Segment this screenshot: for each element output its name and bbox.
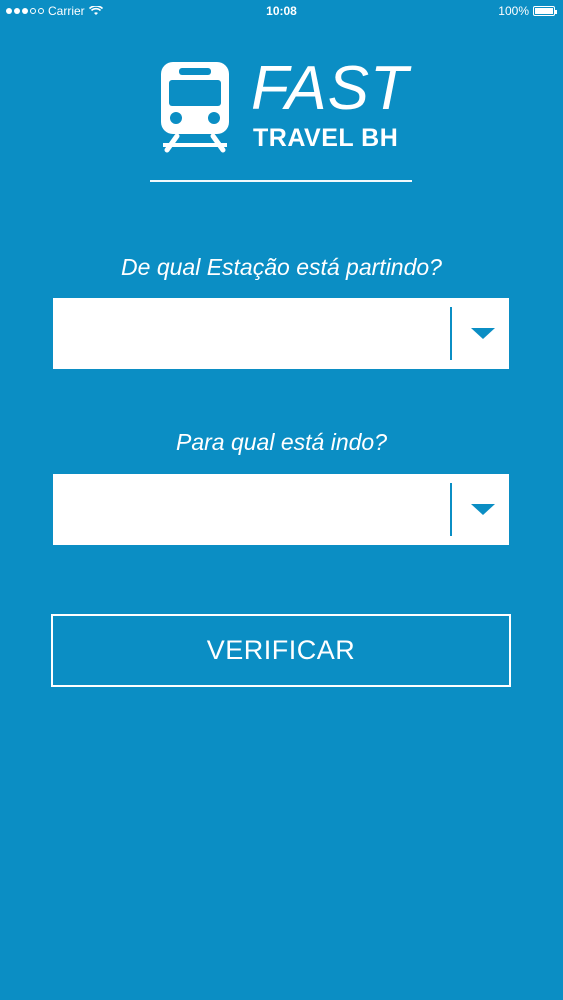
departure-select[interactable] xyxy=(53,298,509,369)
status-time: 10:08 xyxy=(266,4,297,18)
app-logo: FAST TRAVEL BH xyxy=(155,58,415,158)
chevron-down-icon[interactable] xyxy=(471,328,495,339)
battery-percent: 100% xyxy=(498,4,529,18)
destination-label: Para qual está indo? xyxy=(176,429,387,455)
status-right: 100% xyxy=(498,4,557,18)
departure-label: De qual Estação está partindo? xyxy=(121,254,442,280)
logo-subtitle: TRAVEL BH xyxy=(253,124,399,152)
verify-button[interactable]: VERIFICAR xyxy=(51,614,511,687)
select-separator xyxy=(450,307,452,360)
destination-select[interactable] xyxy=(53,474,509,545)
logo-title: FAST xyxy=(251,54,409,123)
train-icon xyxy=(161,62,229,153)
header-divider xyxy=(150,180,412,182)
chevron-down-icon[interactable] xyxy=(471,504,495,515)
status-bar: Carrier 10:08 100% xyxy=(0,0,563,22)
select-separator xyxy=(450,483,452,536)
battery-icon xyxy=(533,6,557,16)
